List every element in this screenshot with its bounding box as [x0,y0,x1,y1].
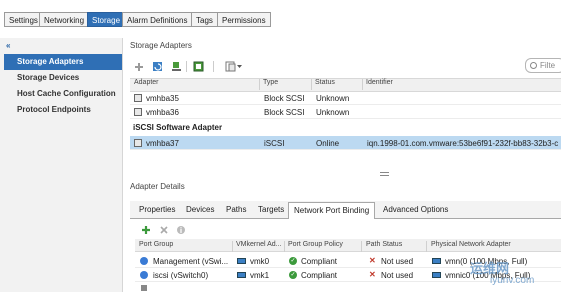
storage-adapters-title: Storage Adapters [130,41,192,50]
sidebar-item-storage-devices[interactable]: Storage Devices [4,70,122,86]
vmkernel-adapter-icon [237,272,246,278]
refresh-icon[interactable] [193,61,204,72]
physical-nic-icon [432,272,441,278]
column-header-physical-network-adapter[interactable]: Physical Network Adapter [431,241,511,248]
tab-paths[interactable]: Paths [221,202,251,218]
compliant-check-icon: ✓ [289,271,297,279]
not-used-x-icon: ✕ [369,270,376,279]
port-group-policy: Compliant [301,271,338,280]
column-header-port-group[interactable]: Port Group [139,241,173,248]
compliant-check-icon: ✓ [289,257,297,265]
sidebar-item-protocol-endpoints[interactable]: Protocol Endpoints [4,102,122,118]
hba-icon [134,139,142,147]
adapter-name: vmhba36 [146,108,179,117]
remove-binding-icon[interactable] [159,225,169,235]
actions-menu-icon[interactable] [225,61,243,72]
column-divider[interactable] [362,79,363,90]
tab-network-port-binding[interactable]: Network Port Binding [288,202,376,219]
vmkernel-adapter-icon [237,258,246,264]
column-header-port-group-policy[interactable]: Port Group Policy [288,241,343,248]
column-divider[interactable] [426,241,427,252]
tab-devices[interactable]: Devices [181,202,219,218]
rescan-icon[interactable] [152,61,163,72]
tab-targets[interactable]: Targets [253,202,289,218]
adapter-name: vmhba35 [146,94,179,103]
port-group-name: Management (vSwi... [153,257,229,266]
port-group-name: iscsi (vSwitch0) [153,271,209,280]
toolbar-divider [213,61,214,72]
physical-nic-icon [432,258,441,264]
top-tab-bar: Settings Networking Storage Alarm Defini… [0,0,561,38]
port-group-policy: Compliant [301,257,338,266]
collapse-sidebar-icon[interactable]: « [6,41,10,50]
adapter-group-label: iSCSI Software Adapter [133,123,223,132]
vmkernel-adapter-name: vmk0 [250,257,270,266]
toolbar-divider [186,61,187,72]
watermark-url: iyunv.com [490,275,535,286]
filter-placeholder: Filte [540,61,556,70]
tab-tags[interactable]: Tags [191,12,218,27]
adapter-status: Unknown [316,94,350,103]
tab-alarm-definitions[interactable]: Alarm Definitions [122,12,193,27]
path-status: Not used [381,271,414,280]
vmkernel-adapter-name: vmk1 [250,271,270,280]
adapter-type: Block SCSI [264,108,305,117]
not-used-x-icon: ✕ [369,256,376,265]
port-group-icon [140,257,148,265]
info-icon[interactable] [176,225,186,235]
tab-properties[interactable]: Properties [134,202,180,218]
tab-settings[interactable]: Settings [4,12,43,27]
sidebar-item-host-cache-configuration[interactable]: Host Cache Configuration [4,86,122,102]
adapter-type: Block SCSI [264,94,305,103]
hba-icon [134,94,142,102]
pane-splitter-handle[interactable] [380,175,389,176]
tab-permissions[interactable]: Permissions [217,12,271,27]
adapter-identifier: iqn.1998-01.com.vmware:53be6f91-232f-bb8… [367,139,559,148]
column-divider[interactable] [361,241,362,252]
adapter-status: Online [316,139,340,148]
tab-advanced-options[interactable]: Advanced Options [378,202,453,218]
column-divider[interactable] [259,79,260,90]
column-header-path-status[interactable]: Path Status [366,241,402,248]
column-header-identifier[interactable]: Identifier [366,79,393,86]
adapter-name: vmhba37 [146,139,179,148]
column-header-vmkernel-adapter[interactable]: VMkernel Ad... [236,241,282,248]
tab-networking[interactable]: Networking [39,12,90,27]
hba-icon [134,108,142,116]
pane-splitter-handle[interactable] [380,172,389,173]
sidebar-item-storage-adapters[interactable]: Storage Adapters [4,54,122,70]
search-icon [530,62,537,69]
column-divider[interactable] [232,241,233,252]
column-divider[interactable] [311,79,312,90]
column-header-status[interactable]: Status [315,79,335,86]
rescan-vmfs-icon[interactable] [171,61,182,72]
add-icon[interactable] [134,62,144,72]
adapter-details-title: Adapter Details [130,182,185,191]
adapters-grid-header [130,78,561,92]
path-status: Not used [381,257,414,266]
add-binding-icon[interactable] [141,225,151,235]
column-divider[interactable] [284,241,285,252]
adapter-type: iSCSI [264,139,285,148]
filter-input[interactable]: Filte [525,58,561,73]
column-header-adapter[interactable]: Adapter [134,79,159,86]
adapter-status: Unknown [316,108,350,117]
scroll-arrow-icon[interactable] [141,285,147,291]
port-group-icon [140,271,148,279]
tab-storage[interactable]: Storage [87,12,126,27]
column-header-type[interactable]: Type [263,79,278,86]
